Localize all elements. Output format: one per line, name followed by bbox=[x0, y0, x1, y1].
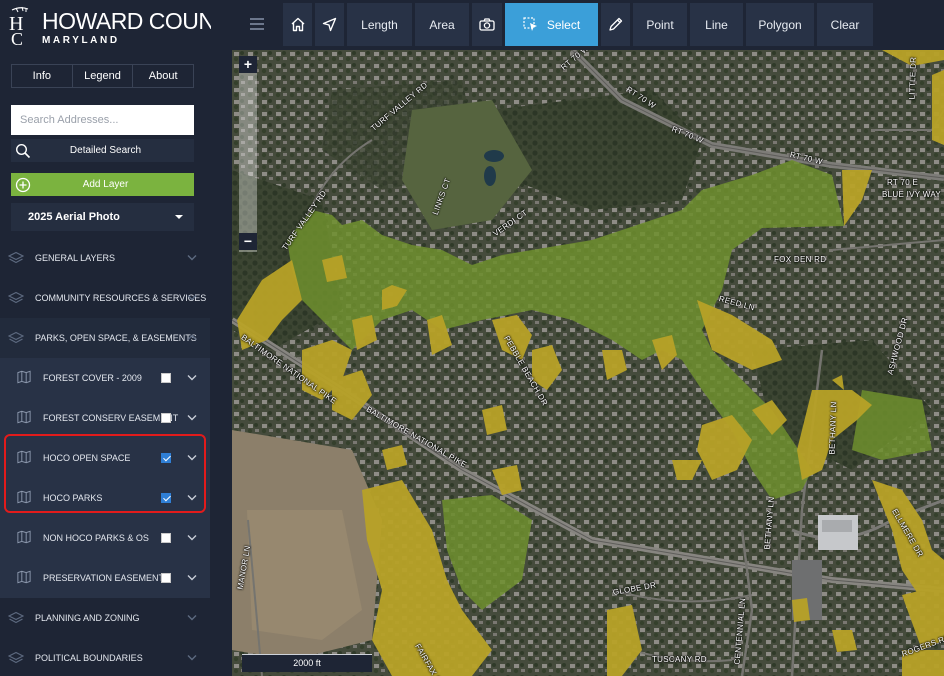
layer-label: NON HOCO PARKS & OS bbox=[43, 533, 149, 543]
chevron-down-icon[interactable] bbox=[187, 574, 197, 581]
search-icon bbox=[11, 139, 35, 162]
layer-forest-conserv-easement[interactable]: FOREST CONSERV EASEMENT bbox=[0, 398, 210, 438]
select-button[interactable]: Select bbox=[505, 3, 598, 46]
group-parks-open-space[interactable]: PARKS, OPEN SPACE, & EASEMENTS bbox=[0, 318, 210, 358]
basemap-select[interactable]: 2025 Aerial Photo bbox=[11, 203, 194, 231]
group-general-layers[interactable]: GENERAL LAYERS bbox=[0, 238, 210, 278]
toolbar: Length Area Select Point Line Polygon Cl… bbox=[283, 3, 873, 46]
road-label: LITTLE DR bbox=[907, 56, 918, 100]
group-community-resources[interactable]: COMMUNITY RESOURCES & SERVICES bbox=[0, 278, 210, 318]
group-label: GENERAL LAYERS bbox=[35, 253, 116, 263]
detailed-search-label: Detailed Search bbox=[69, 145, 142, 156]
chevron-down-icon[interactable] bbox=[187, 534, 197, 541]
zoom-out-button[interactable]: − bbox=[239, 233, 257, 250]
road-label: BETHANY LN bbox=[827, 401, 839, 455]
aerial-imagery bbox=[232, 50, 944, 676]
layers-icon bbox=[8, 611, 24, 624]
layer-checkbox[interactable] bbox=[161, 373, 171, 383]
layers-icon bbox=[8, 331, 24, 344]
tab-legend[interactable]: Legend bbox=[73, 65, 134, 87]
detailed-search-button[interactable]: Detailed Search bbox=[11, 139, 194, 162]
group-label: COMMUNITY RESOURCES & SERVICES bbox=[35, 293, 207, 303]
chevron-down-icon bbox=[187, 615, 197, 621]
sidebar: Info Legend About Detailed Search Add La… bbox=[0, 48, 210, 676]
polygon-button[interactable]: Polygon bbox=[746, 3, 814, 46]
zoom-slider[interactable] bbox=[239, 56, 257, 252]
menu-toggle-icon[interactable] bbox=[240, 8, 274, 40]
tab-info[interactable]: Info bbox=[12, 65, 73, 87]
add-circle-icon bbox=[11, 173, 35, 196]
select-label: Select bbox=[546, 17, 581, 32]
line-button[interactable]: Line bbox=[690, 3, 743, 46]
road-label: RT 70 E bbox=[887, 178, 919, 187]
scale-bar: 2000 ft bbox=[242, 654, 372, 672]
logo-subtitle: MARYLAND bbox=[42, 35, 120, 46]
chevron-down-icon bbox=[187, 655, 197, 661]
pencil-icon bbox=[609, 17, 623, 31]
layer-forest-cover[interactable]: FOREST COVER - 2009 bbox=[0, 358, 210, 398]
locate-button[interactable] bbox=[315, 3, 344, 46]
camera-icon bbox=[479, 18, 495, 31]
road-label: BLUE IVY WAY bbox=[882, 190, 942, 199]
basemap-value: 2025 Aerial Photo bbox=[28, 211, 120, 223]
map-icon bbox=[17, 410, 31, 424]
group-label: PARKS, OPEN SPACE, & EASEMENTS bbox=[35, 333, 197, 343]
length-button[interactable]: Length bbox=[347, 3, 412, 46]
hc-seal-icon: H C bbox=[6, 6, 40, 46]
map-view[interactable]: RT 70 W RT 70 W RT 70 W RT 70 W RT 70 E … bbox=[232, 50, 944, 676]
layer-label: FOREST CONSERV EASEMENT bbox=[43, 413, 179, 423]
chevron-down-icon[interactable] bbox=[187, 374, 197, 381]
layer-label: PRESERVATION EASEMENTS bbox=[43, 573, 171, 583]
group-planning-zoning[interactable]: PLANNING AND ZONING bbox=[0, 598, 210, 638]
sidebar-tabs: Info Legend About bbox=[11, 64, 194, 88]
layers-icon bbox=[8, 651, 24, 664]
group-political-boundaries[interactable]: POLITICAL BOUNDARIES bbox=[0, 638, 210, 676]
chevron-down-icon[interactable] bbox=[187, 414, 197, 421]
road-label: TUSCANY RD bbox=[652, 655, 707, 664]
home-button[interactable] bbox=[283, 3, 312, 46]
logo-title: HOWARD COUNTY bbox=[42, 8, 211, 34]
layer-checkbox[interactable] bbox=[161, 533, 171, 543]
layers-icon bbox=[8, 291, 24, 304]
map-icon bbox=[17, 370, 31, 384]
select-cursor-icon bbox=[523, 16, 537, 31]
clear-button[interactable]: Clear bbox=[817, 3, 873, 46]
map-icon bbox=[17, 530, 31, 544]
annotation-highlight bbox=[4, 434, 206, 513]
layer-label: FOREST COVER - 2009 bbox=[43, 373, 142, 383]
layer-non-hoco-parks[interactable]: NON HOCO PARKS & OS bbox=[0, 518, 210, 558]
group-label: POLITICAL BOUNDARIES bbox=[35, 653, 143, 663]
road-label: FOX DEN RD bbox=[774, 255, 827, 264]
layer-preservation-easements[interactable]: PRESERVATION EASEMENTS bbox=[0, 558, 210, 598]
caret-down-icon bbox=[175, 215, 183, 219]
tab-about[interactable]: About bbox=[133, 65, 193, 87]
zoom-in-button[interactable]: + bbox=[239, 56, 257, 73]
home-icon bbox=[291, 17, 304, 32]
add-layer-label: Add Layer bbox=[82, 179, 129, 190]
layer-checkbox[interactable] bbox=[161, 573, 171, 583]
chevron-down-icon bbox=[187, 255, 197, 261]
county-logo[interactable]: H C HOWARD COUNTY MARYLAND bbox=[6, 4, 211, 46]
layer-checkbox[interactable] bbox=[161, 413, 171, 423]
layers-icon bbox=[8, 251, 24, 264]
chevron-up-icon bbox=[187, 334, 197, 340]
draw-button[interactable] bbox=[601, 3, 630, 46]
map-icon bbox=[17, 570, 31, 584]
add-layer-button[interactable]: Add Layer bbox=[11, 173, 194, 196]
screenshot-button[interactable] bbox=[472, 3, 502, 46]
navigation-arrow-icon bbox=[322, 17, 337, 32]
header: H C HOWARD COUNTY MARYLAND Length Area S bbox=[0, 0, 944, 48]
chevron-down-icon bbox=[187, 295, 197, 301]
area-button[interactable]: Area bbox=[415, 3, 469, 46]
group-label: PLANNING AND ZONING bbox=[35, 613, 140, 623]
search-input[interactable] bbox=[11, 105, 194, 135]
point-button[interactable]: Point bbox=[633, 3, 687, 46]
